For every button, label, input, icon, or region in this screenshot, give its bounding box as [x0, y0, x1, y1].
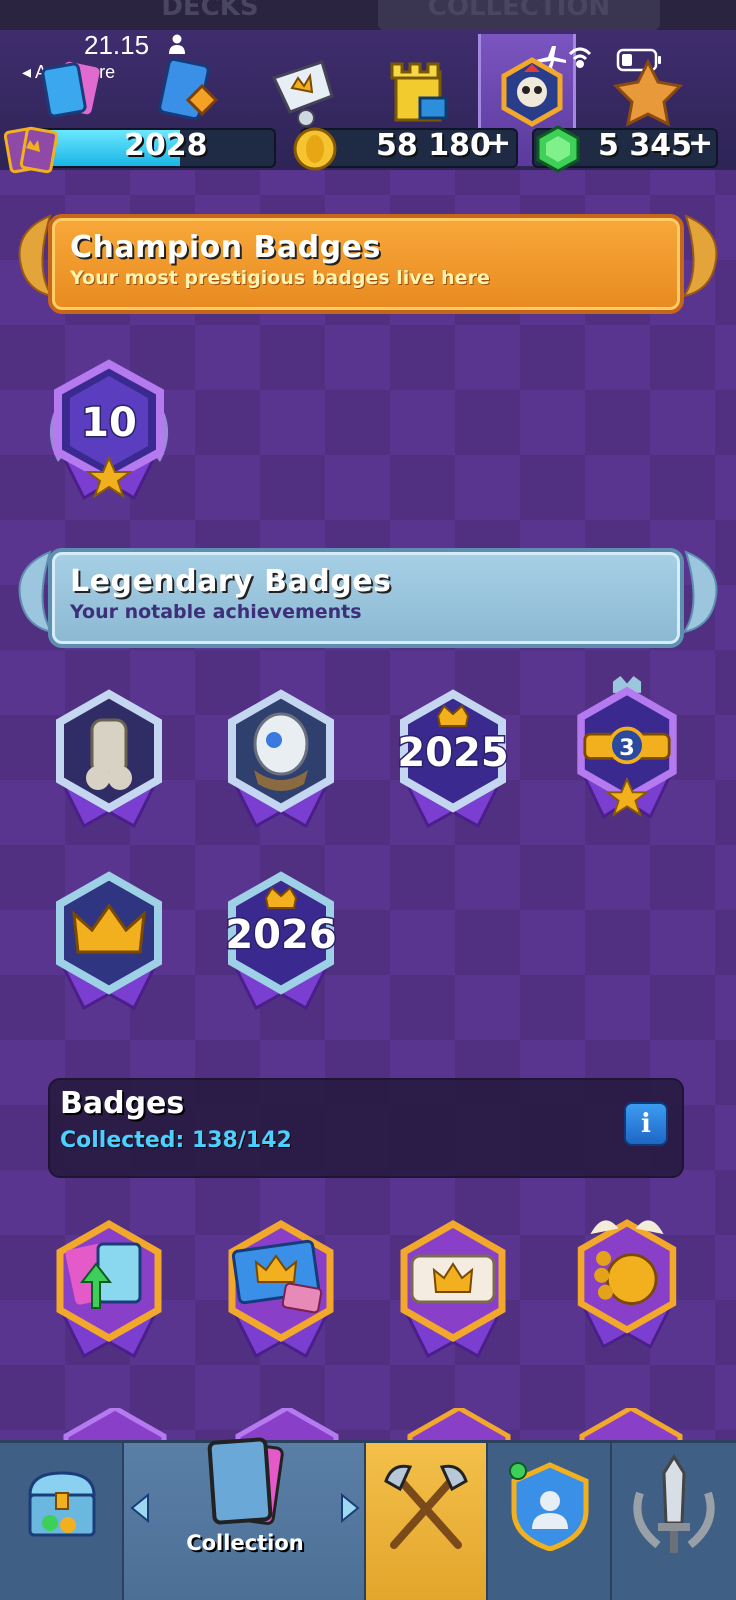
tab-decks[interactable]: DECKS: [120, 0, 300, 30]
belt-rank-label: 3: [619, 735, 635, 761]
chest-icon: [28, 1471, 96, 1537]
cards-icon: [207, 1437, 284, 1525]
partial-badge-icon: [579, 1408, 683, 1444]
crown-banner-icon[interactable]: [266, 56, 338, 128]
add-gold-button[interactable]: +: [486, 126, 511, 161]
legendary-wing-right-icon: [682, 550, 718, 634]
clan-shield-icon: [509, 1462, 589, 1551]
banner-wing-right-icon: [682, 214, 718, 298]
champion-subtitle: Your most prestigious badges live here: [70, 267, 490, 289]
nav-shop[interactable]: [0, 1443, 124, 1600]
partial-badge-icon: [63, 1408, 167, 1444]
year-2026-badge-icon[interactable]: 2026: [206, 868, 356, 1018]
golden-crown-badge-icon[interactable]: [34, 868, 184, 1018]
skeleton-hand-badge-icon[interactable]: [34, 686, 184, 836]
top-tab-strip: DECKS COLLECTION: [0, 0, 736, 34]
champion-title: Champion Badges: [70, 230, 381, 265]
year-2026-label: 2026: [225, 912, 336, 958]
chevron-right-icon[interactable]: [338, 1493, 362, 1523]
partial-badge-icon: [407, 1408, 511, 1444]
add-gems-button[interactable]: +: [688, 126, 713, 161]
gold-coin-icon: [293, 127, 337, 171]
nav-collection-label: Collection: [186, 1531, 304, 1555]
belt-3-badge-icon[interactable]: 3: [552, 676, 702, 826]
crown-scroll-badge-icon[interactable]: [378, 1216, 528, 1366]
legendary-subtitle: Your notable achievements: [70, 601, 362, 623]
nav-battle[interactable]: [366, 1443, 488, 1600]
wifi-icon: [568, 47, 592, 68]
gold-count: 58 180: [376, 128, 491, 163]
chevron-left-icon[interactable]: [128, 1493, 152, 1523]
crossed-axes-icon: [384, 1464, 468, 1549]
legendary-badges-banner: Legendary Badges Your notable achievemen…: [48, 548, 684, 648]
star-icon[interactable]: [612, 56, 684, 128]
legendary-title: Legendary Badges: [70, 564, 392, 599]
trophy-cards-icon: [4, 126, 59, 174]
golden-orb-badge-icon[interactable]: [552, 1206, 702, 1356]
level-10-badge-icon[interactable]: 10: [34, 358, 184, 508]
cards-stack-icon[interactable]: [38, 56, 110, 128]
champion-badges-banner: Champion Badges Your most prestigious ba…: [48, 214, 684, 314]
crown-cards-badge-icon[interactable]: [206, 1216, 356, 1366]
card-upgrade-badge-icon[interactable]: [34, 1216, 184, 1366]
tower-icon[interactable]: [382, 56, 454, 128]
nav-collection[interactable]: Collection: [124, 1437, 366, 1600]
info-button[interactable]: i: [624, 1102, 668, 1146]
nav-events[interactable]: [612, 1443, 736, 1600]
gem-count: 5 345: [598, 128, 692, 163]
level-10-label: 10: [81, 400, 137, 446]
year-2025-badge-icon[interactable]: 2025: [378, 686, 528, 836]
trophy-count: 2028: [124, 128, 208, 163]
skull-emblem-icon[interactable]: [496, 56, 568, 128]
year-2025-label: 2025: [397, 730, 508, 776]
hatching-egg-badge-icon[interactable]: [206, 686, 356, 836]
person-icon: [169, 34, 185, 54]
badges-title: Badges: [60, 1086, 185, 1121]
nav-clan[interactable]: [488, 1443, 612, 1600]
card-diamond-icon[interactable]: [154, 56, 226, 128]
tab-collection[interactable]: COLLECTION: [378, 0, 660, 30]
sword-wreath-icon: [633, 1454, 715, 1553]
badges-collected-count: Collected: 138/142: [60, 1128, 292, 1153]
gem-icon: [536, 125, 580, 173]
